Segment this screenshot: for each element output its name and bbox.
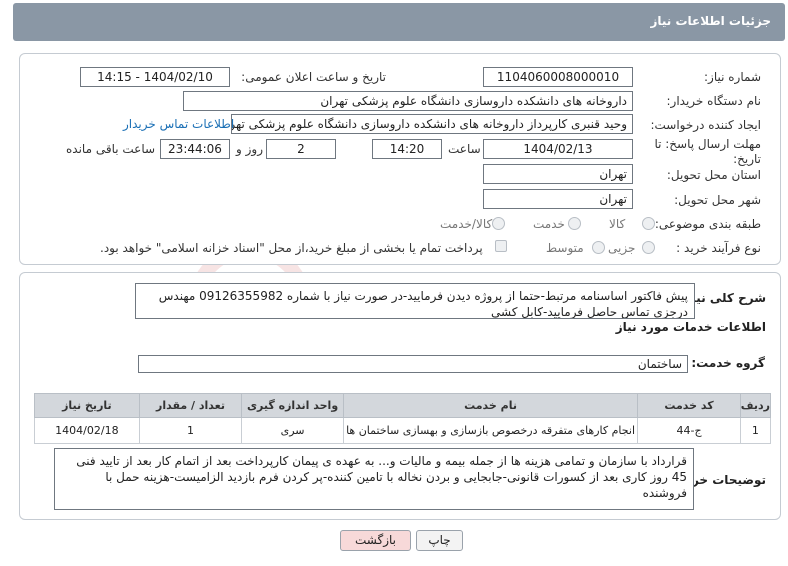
category-goods-label: کالا [609, 217, 626, 231]
col-unit-header: واحد اندازه گیری [241, 393, 344, 418]
table-row: 1 ج-44 انجام کارهای متفرقه درخصوص بازساز… [34, 417, 772, 444]
buyer-name-label: نام دستگاه خریدار: [666, 94, 762, 108]
province-field: تهران [483, 164, 633, 184]
col-name-header: نام خدمت [342, 393, 639, 418]
process-medium-label: متوسط [546, 241, 584, 255]
service-group-field: ساختمان [138, 355, 688, 373]
province-label: استان محل تحویل: [666, 168, 761, 182]
back-button[interactable]: بازگشت [340, 530, 411, 551]
remaining-time-label: ساعت باقی مانده [66, 142, 156, 156]
need-number-label: شماره نیاز: [704, 70, 761, 84]
days-label: روز و [236, 142, 263, 156]
deadline-time-field: 14:20 [372, 139, 442, 159]
treasury-payment-note: پرداخت تمام یا بخشی از مبلغ خرید،از محل … [100, 241, 483, 255]
category-goods-service-radio[interactable] [492, 217, 505, 230]
category-goods-service-label: کالا/خدمت [440, 217, 493, 231]
city-field: تهران [483, 189, 633, 209]
deadline-time-label: ساعت [448, 142, 481, 156]
service-code-cell: ج-44 [637, 417, 741, 444]
category-goods-radio[interactable] [642, 217, 655, 230]
header-bar: جزئیات اطلاعات نیاز [13, 3, 785, 41]
deadline-label: مهلت ارسال پاسخ: تا تاریخ: [654, 137, 761, 166]
row-number-cell: 1 [739, 417, 772, 444]
col-code-header: کد خدمت [637, 393, 741, 418]
city-label: شهر محل تحویل: [674, 193, 761, 207]
description-textarea: پیش فاکتور اساسنامه مرتبط-حتما از پروژه … [135, 283, 695, 319]
buyer-name-field: داروخانه های دانشکده داروسازی دانشگاه عل… [183, 91, 633, 111]
category-service-radio[interactable] [568, 217, 581, 230]
remaining-time-field: 23:44:06 [160, 139, 230, 159]
quantity-cell: 1 [138, 417, 243, 444]
category-service-label: خدمت [533, 217, 565, 231]
announce-date-field: 1404/02/10 - 14:15 [80, 67, 230, 87]
col-qty-header: تعداد / مقدار [138, 393, 243, 418]
days-remaining-field: 2 [266, 139, 336, 159]
service-name-cell: انجام کارهای متفرقه درخصوص بازسازی و بهس… [342, 417, 639, 444]
need-number-field: 1104060008000010 [483, 67, 633, 87]
col-row-header: ردیف [739, 393, 772, 418]
unit-cell: سری [241, 417, 344, 444]
service-group-label: گروه خدمت: [691, 356, 765, 370]
process-minor-label: جزیی [608, 241, 636, 255]
services-table-header: ردیف کد خدمت نام خدمت واحد اندازه گیری ت… [34, 393, 772, 418]
need-date-cell: 1404/02/18 [34, 417, 140, 444]
treasury-payment-checkbox[interactable] [495, 240, 507, 252]
col-date-header: تاریخ نیاز [34, 393, 140, 418]
print-button[interactable]: چاپ [416, 530, 463, 551]
creator-field: وحید قنبری کارپرداز داروخانه های دانشکده… [231, 114, 633, 134]
buyer-contact-link[interactable]: اطلاعات تماس خریدار [123, 117, 234, 131]
process-type-label: نوع فرآیند خرید : [676, 241, 761, 255]
services-section-title: اطلاعات خدمات مورد نیاز [615, 320, 766, 334]
category-label: طبقه بندی موضوعی: [654, 217, 761, 231]
services-table: ردیف کد خدمت نام خدمت واحد اندازه گیری ت… [34, 393, 772, 444]
page-title: جزئیات اطلاعات نیاز [650, 14, 771, 28]
announce-date-label: تاریخ و ساعت اعلان عمومی: [241, 70, 386, 84]
creator-label: ایجاد کننده درخواست: [650, 118, 761, 132]
deadline-date-field: 1404/02/13 [483, 139, 633, 159]
buyer-notes-textarea: قرارداد با سازمان و تمامی هزینه ها از جم… [54, 448, 694, 510]
process-medium-radio[interactable] [592, 241, 605, 254]
process-minor-radio[interactable] [642, 241, 655, 254]
